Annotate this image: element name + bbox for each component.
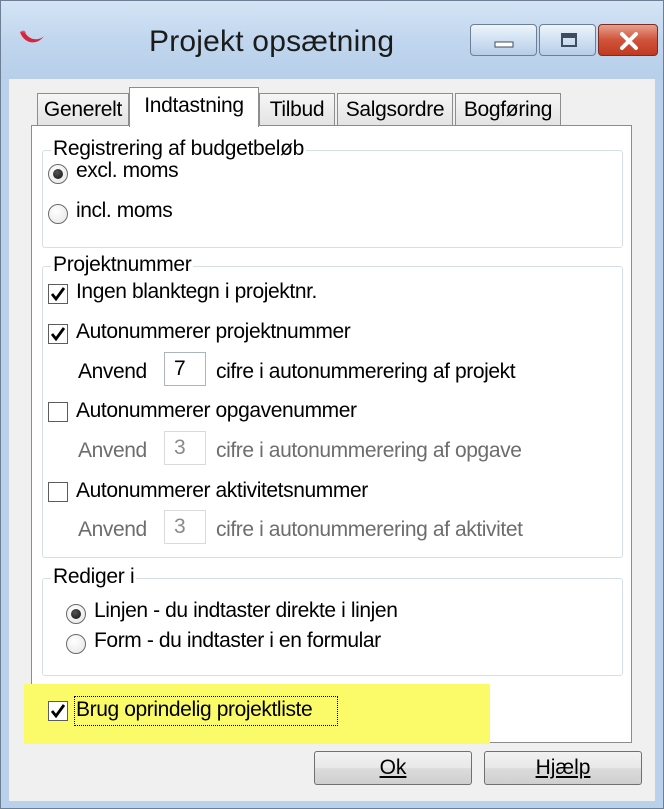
checkbox-auto-project[interactable] <box>48 324 68 344</box>
tab-salgsordre[interactable]: Salgsordre <box>337 93 453 125</box>
edit-in-group-title: Rediger i <box>51 565 137 589</box>
minimize-icon <box>494 41 514 48</box>
project-digits-suffix: cifre i autonummerering af projekt <box>216 360 516 383</box>
radio-incl-moms[interactable] <box>48 204 68 224</box>
radio-edit-line-label[interactable]: Linjen - du indtaster direkte i linjen <box>94 599 398 623</box>
checkbox-auto-task-label[interactable]: Autonummerer opgavenummer <box>76 399 357 423</box>
tab-tilbud[interactable]: Tilbud <box>259 93 335 125</box>
radio-edit-form[interactable] <box>66 634 86 654</box>
checkbox-auto-activity[interactable] <box>48 482 68 502</box>
task-digits-suffix: cifre i autonummerering af opgave <box>216 439 522 462</box>
close-icon <box>620 32 638 50</box>
checkbox-auto-activity-label[interactable]: Autonummerer aktivitetsnummer <box>76 479 368 503</box>
activity-digits-suffix: cifre i autonummerering af aktivitet <box>216 518 523 541</box>
activity-digits-input[interactable]: 3 <box>164 510 206 544</box>
window-title: Projekt opsætning <box>149 25 395 58</box>
radio-incl-moms-label[interactable]: incl. moms <box>76 199 173 223</box>
dialog-client-area: Generelt Indtastning Tilbud Salgsordre B… <box>9 79 655 801</box>
checkmark-icon <box>50 287 66 302</box>
title-bar[interactable]: Projekt opsætning <box>1 1 663 79</box>
checkmark-icon <box>50 704 66 719</box>
minimize-button[interactable] <box>470 24 537 56</box>
checkbox-original-list-label[interactable]: Brug oprindelig projektliste <box>76 698 313 722</box>
radio-excl-moms-label[interactable]: excl. moms <box>76 159 179 183</box>
tab-indtastning[interactable]: Indtastning <box>129 87 259 127</box>
tab-bogfoering[interactable]: Bogføring <box>455 93 561 125</box>
checkbox-auto-task[interactable] <box>48 402 68 422</box>
ok-button-label: Ok <box>379 756 407 779</box>
checkbox-original-list[interactable] <box>48 701 68 721</box>
close-button[interactable] <box>598 24 658 56</box>
radio-edit-form-label[interactable]: Form - du indtaster i en formular <box>94 629 381 653</box>
tab-panel-indtastning: Registrering af budgetbeløb excl. moms i… <box>24 125 632 744</box>
project-digits-input[interactable]: 7 <box>164 352 206 386</box>
help-button[interactable]: Hjælp <box>484 751 642 785</box>
activity-digits-prefix: Anvend <box>78 518 147 541</box>
budget-group-title: Registrering af budgetbeløb <box>51 137 307 161</box>
projektnummer-group-title: Projektnummer <box>51 253 194 277</box>
task-digits-input[interactable]: 3 <box>164 431 206 465</box>
ok-button[interactable]: Ok <box>314 751 472 785</box>
dialog-window: Projekt opsætning Generelt Indtastning T… <box>0 0 664 809</box>
checkbox-no-spaces-label[interactable]: Ingen blanktegn i projektnr. <box>76 280 317 304</box>
edit-in-group: Rediger i <box>42 565 623 676</box>
radio-excl-moms[interactable] <box>48 164 68 184</box>
checkbox-auto-project-label[interactable]: Autonummerer projektnummer <box>76 320 351 344</box>
radio-edit-line[interactable] <box>66 604 86 624</box>
app-logo-icon <box>17 27 47 49</box>
task-digits-prefix: Anvend <box>78 439 147 462</box>
project-digits-prefix: Anvend <box>78 360 147 383</box>
checkmark-icon <box>50 327 66 342</box>
checkbox-no-spaces[interactable] <box>48 284 68 304</box>
tab-generelt[interactable]: Generelt <box>37 93 129 125</box>
help-button-label: Hjælp <box>535 756 591 779</box>
maximize-button[interactable] <box>539 24 596 56</box>
maximize-icon <box>561 33 577 47</box>
